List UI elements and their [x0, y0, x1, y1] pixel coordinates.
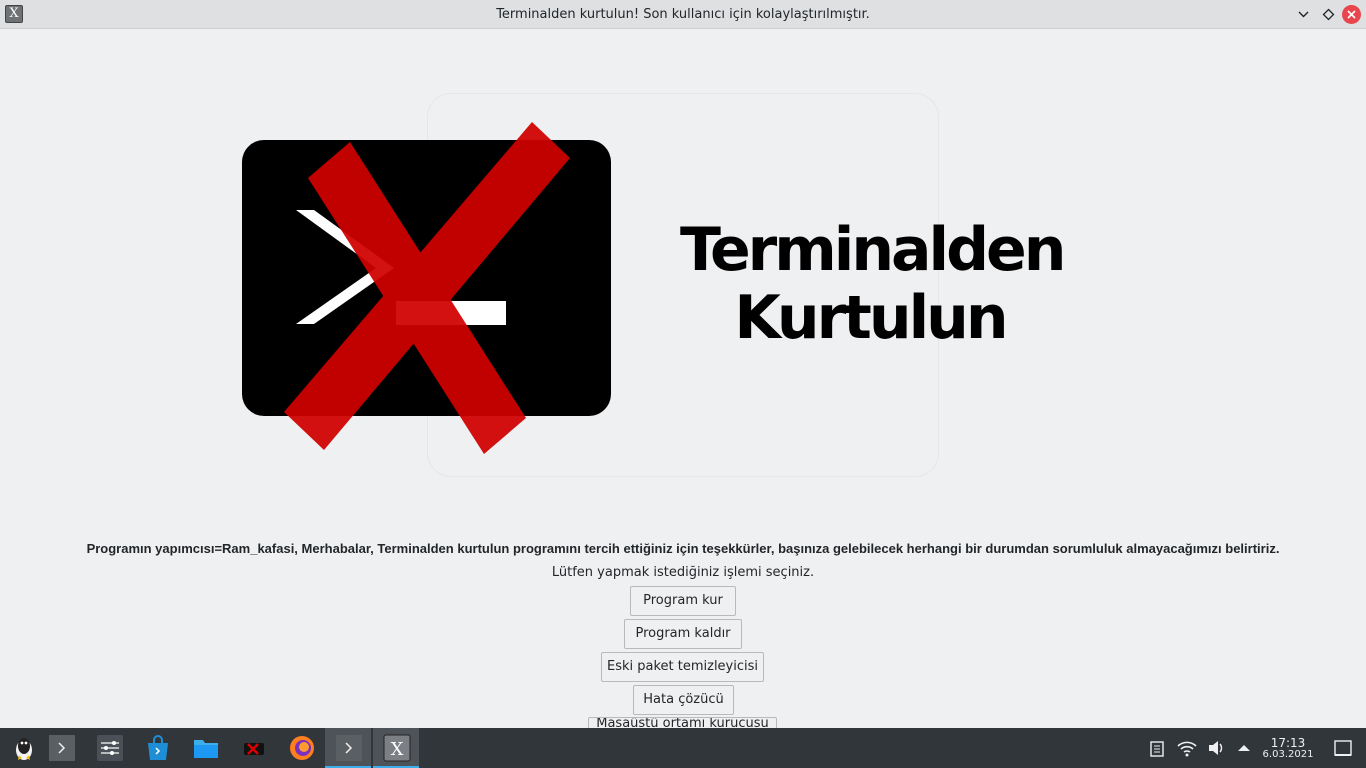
show-desktop-icon[interactable] [1333, 739, 1353, 757]
volume-icon[interactable] [1207, 739, 1225, 757]
remove-program-button[interactable]: Program kaldır [624, 619, 742, 649]
firefox-icon[interactable] [278, 728, 324, 768]
clipboard-icon[interactable] [1148, 739, 1166, 757]
system-settings-icon[interactable] [86, 728, 132, 768]
clock-date[interactable]: 6.03.2021 [1258, 749, 1318, 760]
title-bar: X Terminalden kurtulun! Son kullanıcı iç… [0, 0, 1366, 29]
tray-expand-icon[interactable] [1235, 739, 1253, 757]
window-title: Terminalden kurtulun! Son kullanıcı için… [496, 7, 870, 22]
info-message: Programın yapımcısı=Ram_kafasi, Merhabal… [86, 541, 1280, 556]
close-button[interactable] [1342, 5, 1361, 24]
logo-title-line1: Terminalden [680, 215, 1066, 285]
old-package-cleaner-button[interactable]: Eski paket temizleyicisi [601, 652, 764, 682]
svg-text:X: X [391, 739, 404, 760]
terminal-cross-logo [242, 122, 611, 454]
wifi-icon[interactable] [1177, 739, 1197, 757]
error-fixer-button[interactable]: Hata çözücü [633, 685, 734, 715]
install-program-button[interactable]: Program kur [630, 586, 736, 616]
taskbar: X 17:13 6.03.2021 [0, 728, 1366, 768]
file-manager-icon[interactable] [182, 728, 228, 768]
terminalden-kurtulun-launcher-icon[interactable] [230, 728, 276, 768]
software-store-icon[interactable] [134, 728, 180, 768]
terminal-launcher-icon[interactable] [38, 728, 84, 768]
logo-title: Terminalden Kurtulun [680, 215, 1066, 353]
clock-time[interactable]: 17:13 [1262, 736, 1314, 750]
terminal-window-icon[interactable] [325, 728, 371, 768]
instruction-message: Lütfen yapmak istediğiniz işlemi seçiniz… [551, 565, 815, 580]
logo-title-line2: Kurtulun [734, 283, 1008, 353]
maximize-button[interactable] [1319, 5, 1338, 24]
active-app-window-icon[interactable]: X [373, 728, 419, 768]
minimize-button[interactable] [1294, 5, 1313, 24]
